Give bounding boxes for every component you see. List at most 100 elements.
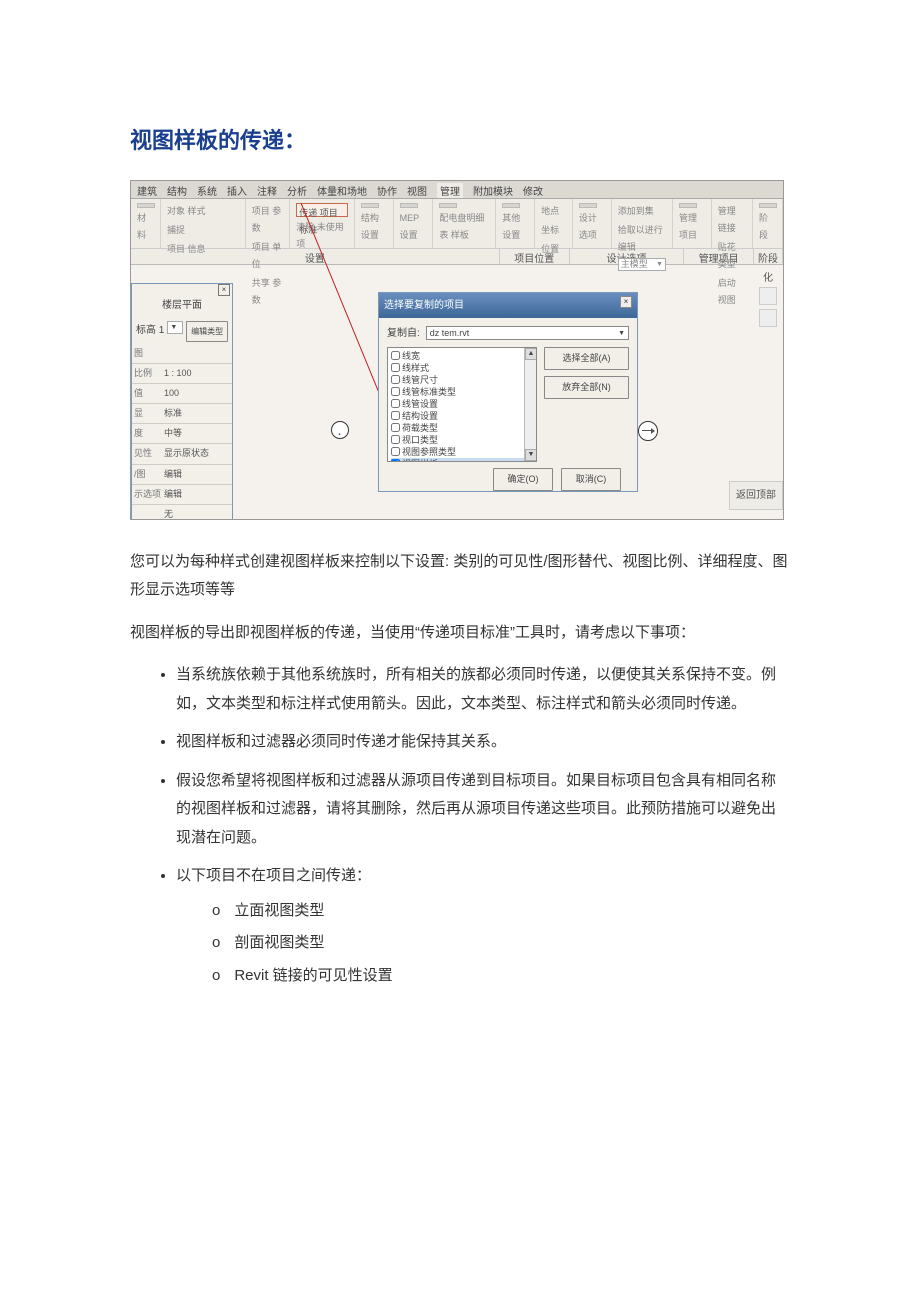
manage-proj-icon[interactable] [679,203,697,208]
add-main-button[interactable]: 添加到集 [618,203,666,220]
start-view-button[interactable]: 启动 视图 [718,275,746,309]
materials-button[interactable]: 材料 [137,210,154,244]
page-title: 视图样板的传递： [130,120,790,162]
nav-icon-1[interactable] [759,287,777,305]
item-checkbox[interactable] [391,363,400,372]
tab-annotate[interactable]: 注释 [257,183,277,198]
proj-param-button[interactable]: 项目 参数 [252,203,284,237]
ribbon-body: 材料 对象 样式 捕捉 项目 信息 项目 参数 项目 单位 共享 参数 传递 项… [131,199,783,249]
tab-struct[interactable]: 结构 [167,183,187,198]
deselect-all-button[interactable]: 放弃全部(N) [544,376,629,399]
item-checkbox[interactable] [391,423,400,432]
list-item[interactable]: 线管尺寸 [391,374,533,386]
tab-collab[interactable]: 协作 [377,183,397,198]
item-checkbox[interactable] [391,351,400,360]
transfer-dialog: 选择要复制的项目 × 复制自: dz tem.rvt ▼ 线宽线样式线管尺寸线管… [378,292,638,492]
item-checkbox[interactable] [391,447,400,456]
item-checkbox[interactable] [391,387,400,396]
stage-button[interactable]: 阶段 [759,210,776,244]
tab-system[interactable]: 系统 [197,183,217,198]
stage-icon[interactable] [759,203,777,208]
nav-icon-2[interactable] [759,309,777,327]
tab-insert[interactable]: 插入 [227,183,247,198]
back-to-top[interactable]: 返回顶部 [729,481,783,510]
manage-proj-button[interactable]: 管理 项目 [679,210,705,244]
position-button[interactable]: 位置 [541,241,566,258]
tab-mass[interactable]: 体量和场地 [317,183,367,198]
edit-type-button[interactable]: 编辑类型 [186,321,228,342]
item-label: 视口类型 [402,434,438,446]
paragraph-1: 您可以为每种样式创建视图样板来控制以下设置: 类别的可见性/图形替代、视图比例、… [130,548,790,605]
coord-button[interactable]: 坐标 [541,222,566,239]
items-listbox[interactable]: 线宽线样式线管尺寸线管标准类型线管设置结构设置荷载类型视口类型视图参照类型视图样… [387,347,537,462]
shared-button[interactable]: 共享 参数 [252,275,284,309]
obj-style-button[interactable]: 对象 样式 [167,203,239,220]
panel-tpl-button[interactable]: 配电盘明细表 样板 [439,210,489,244]
panel-header: 楼层平面 [132,284,232,319]
proj-unit-button[interactable]: 项目 单位 [252,239,284,273]
ribbon-tabs: 建筑 结构 系统 插入 注释 分析 体量和场地 协作 视图 管理 附加模块 修改 [131,181,783,199]
dialog-titlebar: 选择要复制的项目 × [379,293,637,318]
list-item[interactable]: 线管设置 [391,398,533,410]
manage-link-button[interactable]: 管理 链接 [718,203,746,237]
list-item[interactable]: 线管标准类型 [391,386,533,398]
design-opt-button[interactable]: 设计 选项 [579,210,605,244]
main-model-dropdown[interactable]: 主模型▼ [618,258,666,271]
list-item[interactable]: 线宽 [391,350,533,362]
snap-button[interactable]: 捕捉 [167,222,239,239]
item-label: 线管设置 [402,398,438,410]
item-checkbox[interactable] [391,411,400,420]
item-checkbox[interactable] [391,459,400,462]
materials-icon[interactable] [137,203,155,208]
close-icon[interactable]: × [218,284,230,296]
list-item[interactable]: 荷载类型 [391,422,533,434]
scrollbar[interactable]: ▲ ▼ [524,348,536,461]
bullet-4: 以下项目不在项目之间传递： 立面视图类型 剖面视图类型 Revit 链接的可见性… [176,862,790,990]
location-button[interactable]: 地点 [541,203,566,220]
purge-button[interactable]: 清除 未使用项 [296,219,348,253]
tab-modify[interactable]: 修改 [523,183,543,198]
item-label: 线管标准类型 [402,386,456,398]
floor-dropdown[interactable]: ▼ [167,321,183,334]
property-row: 见性显示原状态 [132,444,232,464]
item-checkbox[interactable] [391,435,400,444]
list-item[interactable]: 视图参照类型 [391,446,533,458]
property-row: 值100 [132,384,232,404]
list-item[interactable]: 视口类型 [391,434,533,446]
tab-analyze[interactable]: 分析 [287,183,307,198]
pick-edit-button[interactable]: 拾取以进行编辑 [618,222,666,256]
copy-from-combo[interactable]: dz tem.rvt ▼ [426,326,629,340]
transfer-standards-button[interactable]: 传递 项目标准 [296,203,348,217]
select-all-button[interactable]: 选择全部(A) [544,347,629,370]
list-item[interactable]: 线样式 [391,362,533,374]
tab-view[interactable]: 视图 [407,183,427,198]
mep-set-button[interactable]: MEP 设置 [400,210,427,244]
annotation-circle-left [331,421,349,439]
sub-bullet-2: 剖面视图类型 [212,929,790,958]
dialog-close-icon[interactable]: × [620,296,632,308]
ok-button[interactable]: 确定(O) [493,468,553,491]
sub-bullet-list: 立面视图类型 剖面视图类型 Revit 链接的可见性设置 [176,897,790,991]
struct-set-button[interactable]: 结构 设置 [361,210,387,244]
scroll-up-icon[interactable]: ▲ [525,348,537,360]
tab-arch[interactable]: 建筑 [137,183,157,198]
item-label: 线宽 [402,350,420,362]
item-checkbox[interactable] [391,399,400,408]
decal-button[interactable]: 贴花 类型 [718,239,746,273]
scroll-down-icon[interactable]: ▼ [525,449,537,461]
item-checkbox[interactable] [391,375,400,384]
tab-addins[interactable]: 附加模块 [473,183,513,198]
tab-manage[interactable]: 管理 [437,183,463,198]
other-set-icon[interactable] [502,203,520,208]
cancel-button[interactable]: 取消(C) [561,468,621,491]
struct-set-icon[interactable] [361,203,379,208]
design-opt-icon[interactable] [579,203,597,208]
dialog-title-text: 选择要复制的项目 [384,296,464,315]
panel-tpl-icon[interactable] [439,203,457,208]
list-item[interactable]: 视图样板 [391,458,533,462]
proj-info-button[interactable]: 项目 信息 [167,241,239,258]
mep-set-icon[interactable] [400,203,418,208]
sub-bullet-1: 立面视图类型 [212,897,790,926]
other-set-button[interactable]: 其他 设置 [502,210,528,244]
list-item[interactable]: 结构设置 [391,410,533,422]
